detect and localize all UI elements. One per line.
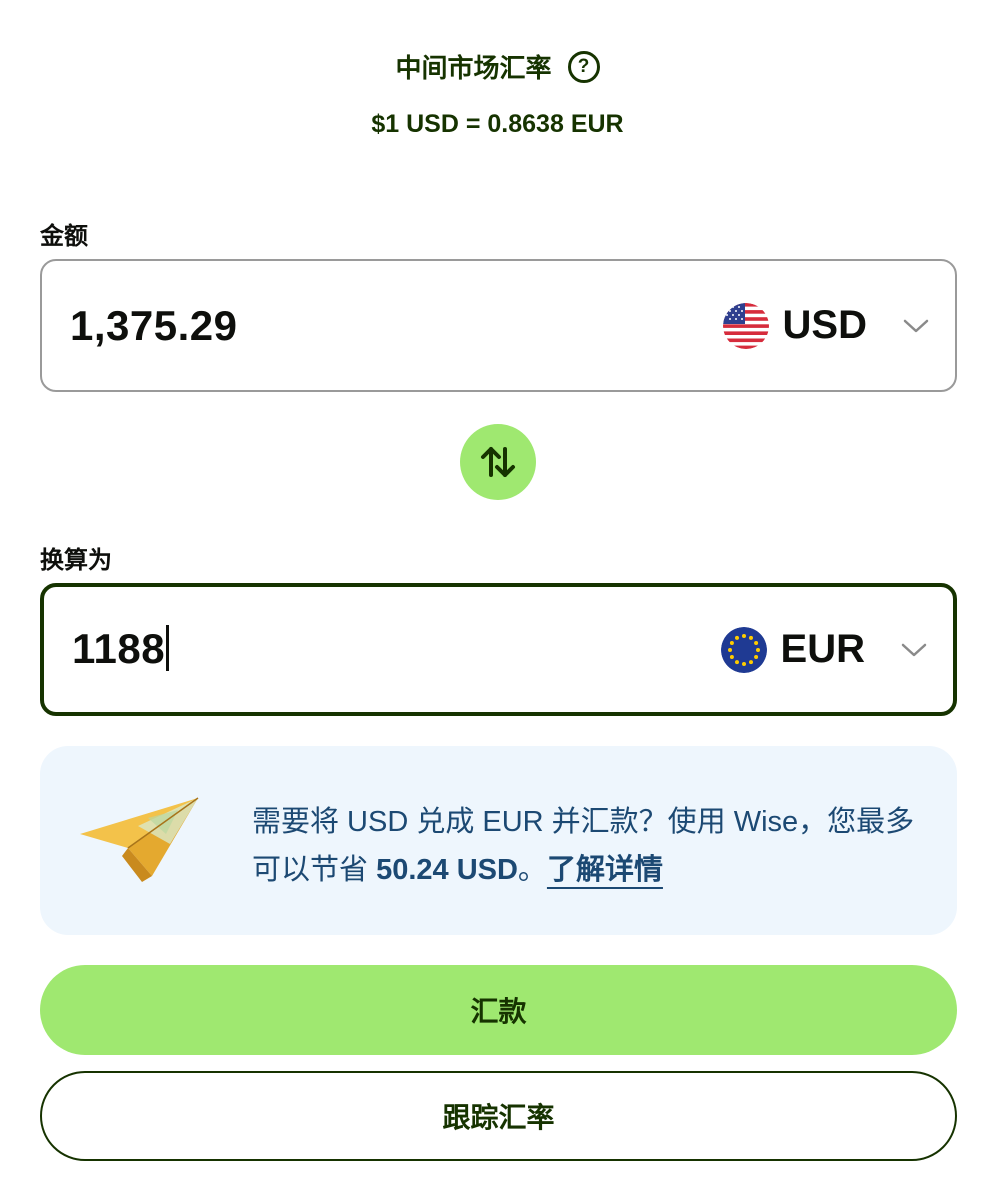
promo-text-after: 。	[517, 854, 547, 886]
track-rate-button[interactable]: 跟踪汇率	[40, 1071, 957, 1161]
question-circle-icon[interactable]: ?	[567, 50, 600, 83]
chevron-down-icon[interactable]	[903, 318, 929, 334]
exchange-rate-value: $1 USD = 0.8638 EUR	[371, 110, 624, 138]
eu-flag-icon	[720, 626, 767, 673]
converted-value: 1188	[72, 624, 166, 672]
swap-arrows-icon	[481, 447, 515, 477]
source-currency-code: USD	[782, 303, 867, 347]
currency-converter: 中间市场汇率 ? $1 USD = 0.8638 EUR 金额 1,375.29	[0, 0, 995, 1200]
chevron-down-icon[interactable]	[901, 642, 927, 658]
amount-input-field[interactable]: 1,375.29 USD	[40, 259, 957, 392]
converted-input-field[interactable]: 1188 EUR	[40, 583, 957, 716]
promo-text: 需要将 USD 兑成 EUR 并汇款？使用 Wise，您最多可以节省 50.24…	[252, 798, 922, 894]
convert-to-label: 换算为	[40, 547, 112, 574]
send-money-button[interactable]: 汇款	[40, 965, 957, 1055]
savings-promo-banner: 需要将 USD 兑成 EUR 并汇款？使用 Wise，您最多可以节省 50.24…	[40, 746, 957, 935]
converted-value-wrap[interactable]: 1188	[72, 624, 170, 675]
swap-currencies-button[interactable]	[460, 424, 536, 500]
amount-label: 金额	[40, 223, 88, 250]
learn-more-link[interactable]: 了解详情	[547, 854, 663, 886]
source-currency-selector[interactable]: USD	[722, 302, 929, 349]
amount-value[interactable]: 1,375.29	[70, 302, 238, 350]
mid-market-rate-header: 中间市场汇率 ?	[0, 48, 995, 85]
target-currency-code: EUR	[780, 627, 865, 671]
rate-title: 中间市场汇率	[395, 53, 552, 83]
text-caret	[166, 625, 170, 672]
paper-plane-illustration	[80, 797, 199, 882]
target-currency-selector[interactable]: EUR	[720, 626, 927, 673]
us-flag-icon	[722, 302, 769, 349]
savings-amount: 50.24 USD	[376, 854, 518, 886]
